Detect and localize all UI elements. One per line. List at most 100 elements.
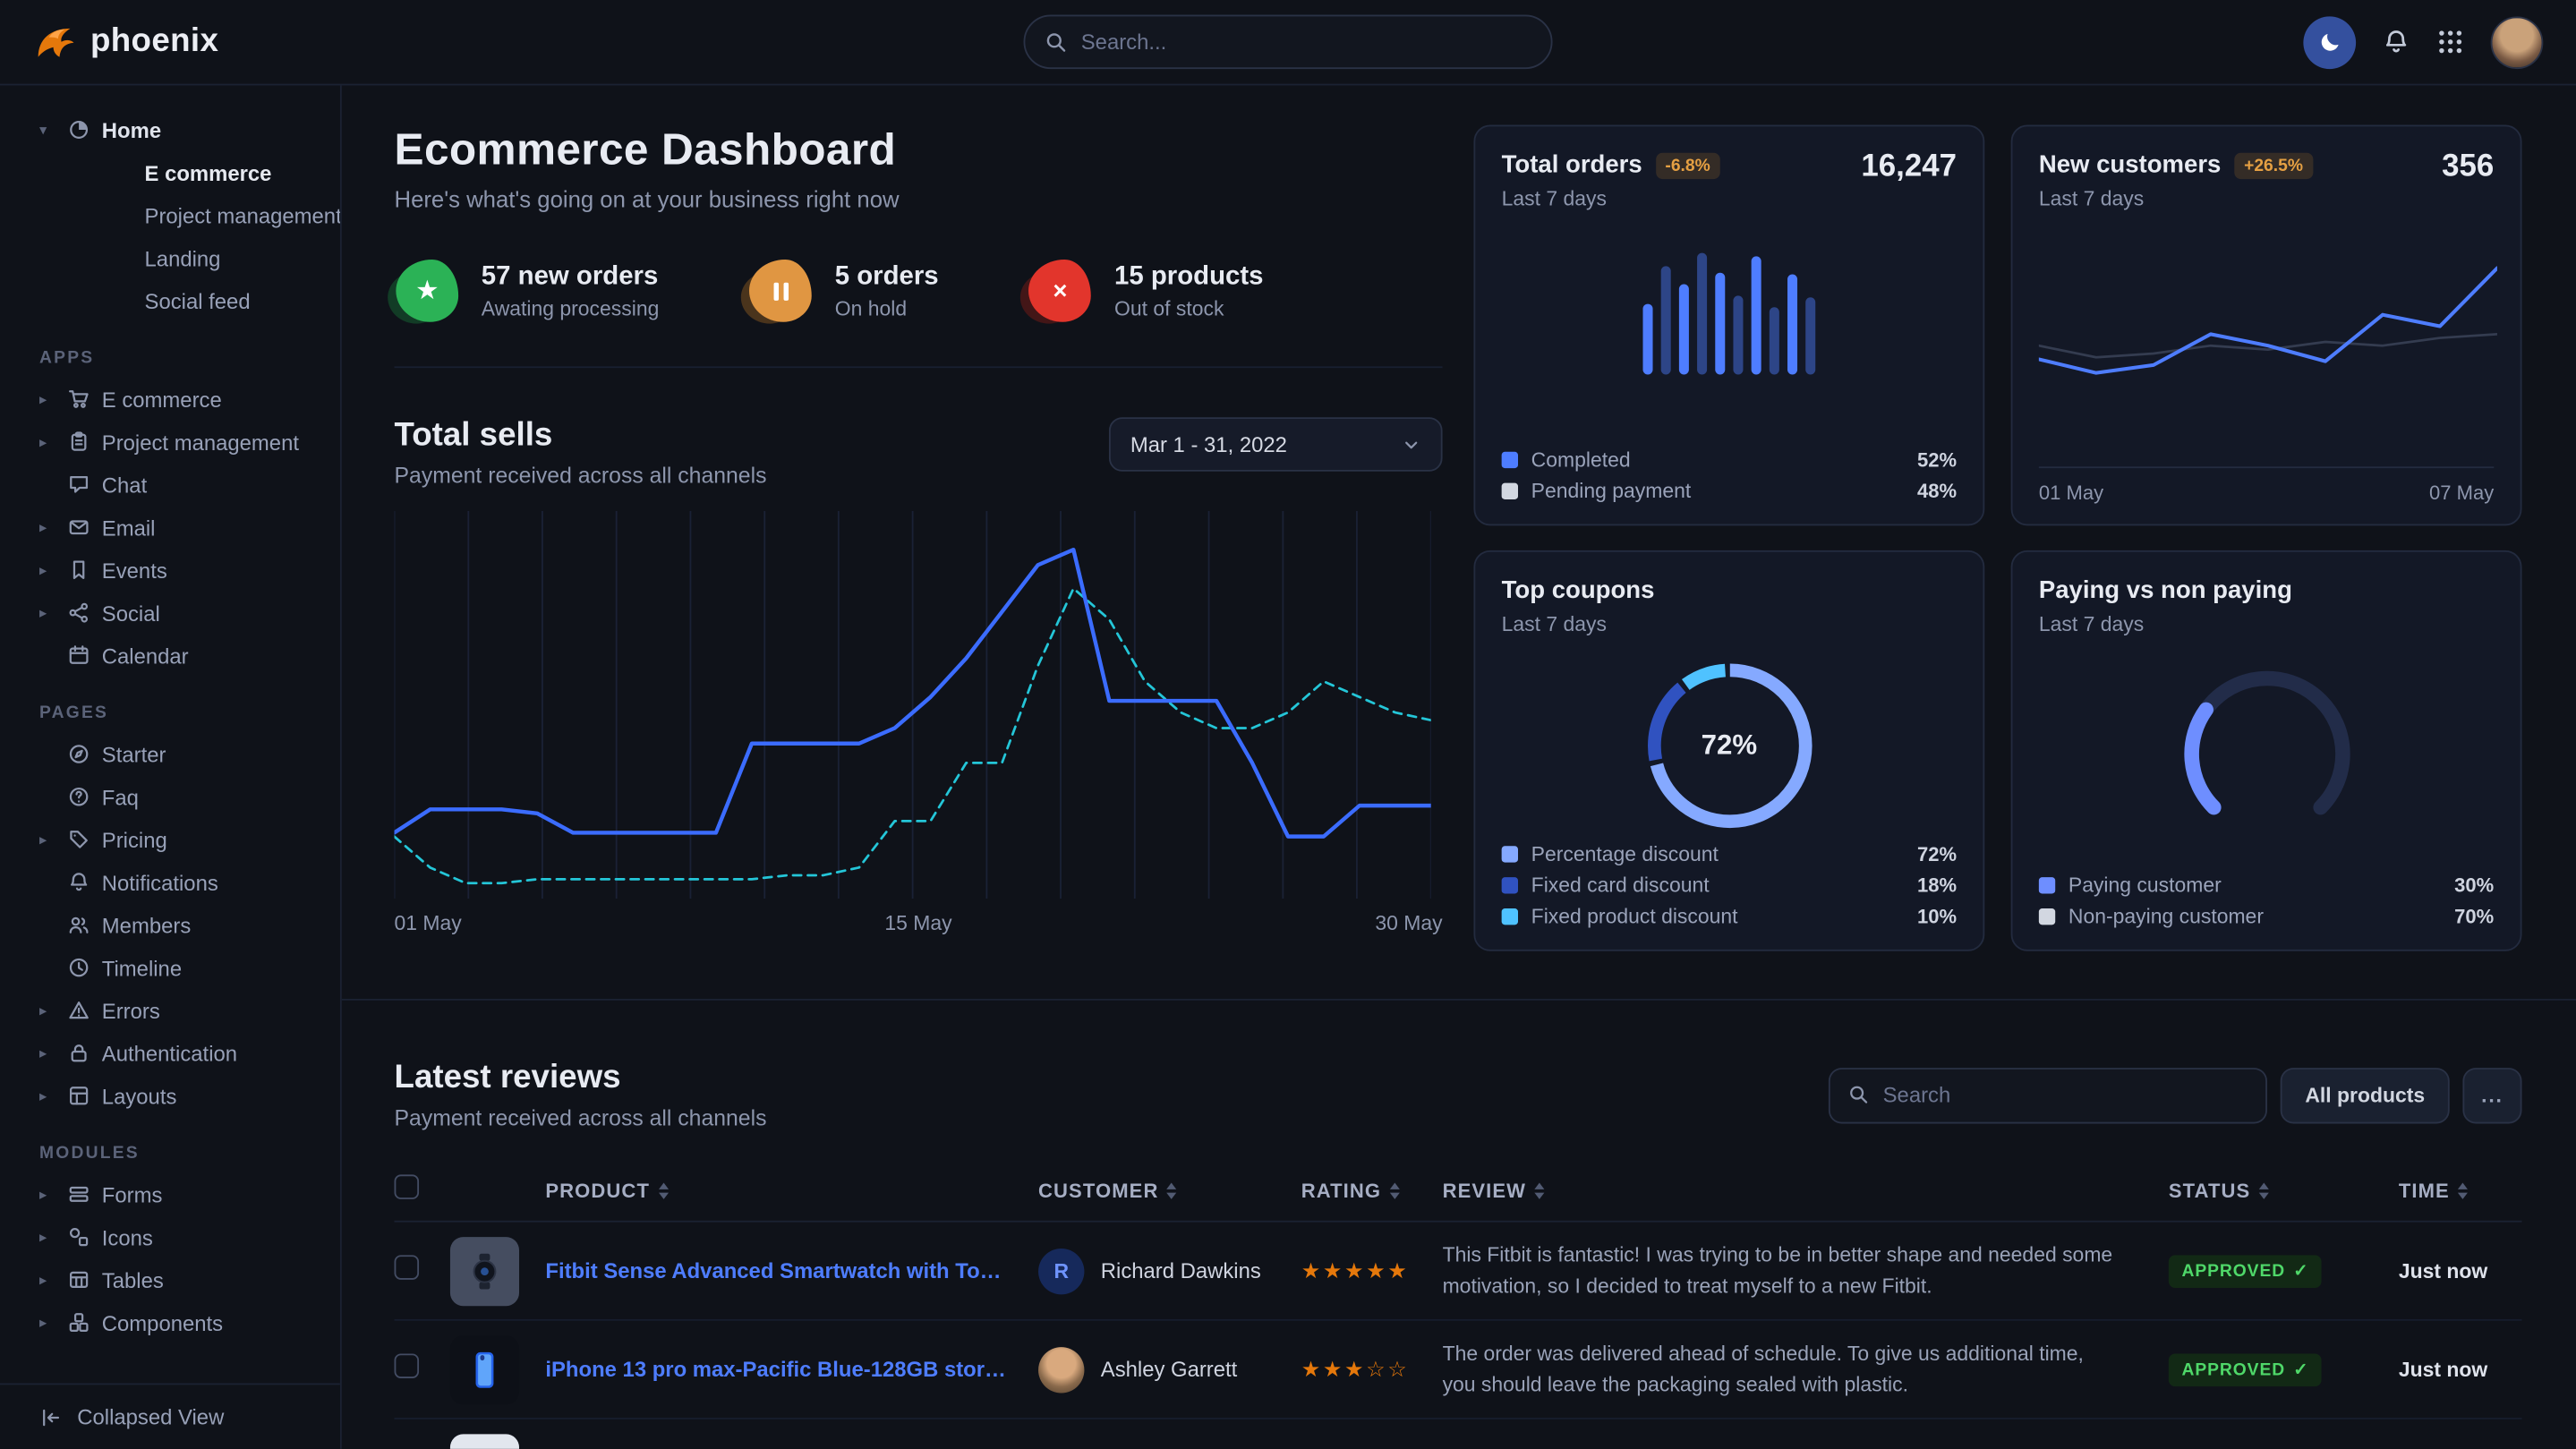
product-image-iphone xyxy=(450,1334,519,1403)
new-customers-card: New customers +26.5% Last 7 days 356 01 … xyxy=(2011,124,2522,525)
sidebar-item-starter[interactable]: Starter xyxy=(0,733,340,776)
global-search-input[interactable] xyxy=(1081,30,1531,55)
sidebar-item-layouts[interactable]: ▸ Layouts xyxy=(0,1074,340,1117)
column-header-customer[interactable]: CUSTOMER xyxy=(1038,1179,1301,1202)
sidebar-item-tables[interactable]: ▸ Tables xyxy=(0,1258,340,1301)
on-hold-icon xyxy=(747,258,813,323)
product-link[interactable]: iPhone 13 pro max-Pacific Blue-128GB sto… xyxy=(545,1357,1009,1382)
users-icon xyxy=(65,914,91,937)
sidebar-item-faq[interactable]: Faq xyxy=(0,775,340,818)
pause-icon xyxy=(773,282,789,300)
sidebar-item-label: Timeline xyxy=(102,955,182,980)
new-customers-value: 356 xyxy=(2442,149,2494,185)
column-header-product[interactable]: PRODUCT xyxy=(545,1179,1038,1202)
sidebar-item-project-management-dashboard[interactable]: Project management xyxy=(0,194,340,237)
select-all-checkbox[interactable] xyxy=(395,1173,420,1198)
reviews-search-input[interactable] xyxy=(1883,1083,2248,1108)
product-link[interactable]: Fitbit Sense Advanced Smartwatch with To… xyxy=(545,1258,1009,1283)
sidebar-item-calendar[interactable]: Calendar xyxy=(0,635,340,678)
column-header-time[interactable]: TIME xyxy=(2399,1179,2522,1202)
review-time: Just now xyxy=(2399,1259,2522,1283)
coupons-legend: Percentage discount 72% Fixed card disco… xyxy=(1502,834,1957,928)
sidebar-item-project-management-app[interactable]: ▸ Project management xyxy=(0,421,340,464)
sidebar-item-components[interactable]: ▸ Components xyxy=(0,1301,340,1344)
legend-value: 30% xyxy=(2454,874,2494,897)
sidebar-item-errors[interactable]: ▸ Errors xyxy=(0,989,340,1032)
sort-icon xyxy=(1167,1182,1177,1198)
page-subtitle: Here's what's going on at your business … xyxy=(395,185,1443,211)
column-header-status[interactable]: STATUS xyxy=(2169,1179,2399,1202)
clipboard-icon xyxy=(65,430,91,454)
stat-out-of-stock: × 15 products Out of stock xyxy=(1028,258,1264,323)
sidebar-item-chat[interactable]: Chat xyxy=(0,464,340,507)
reviews-search[interactable] xyxy=(1829,1067,2267,1122)
column-header-rating[interactable]: RATING xyxy=(1301,1179,1443,1202)
user-avatar[interactable] xyxy=(2491,15,2544,68)
global-search[interactable] xyxy=(1024,15,1553,70)
sidebar-item-notifications[interactable]: Notifications xyxy=(0,861,340,904)
new-customers-chart xyxy=(2039,234,2494,428)
sidebar-item-home[interactable]: ▾ Home xyxy=(0,108,340,151)
compass-icon xyxy=(65,743,91,766)
review-text: This Fitbit is fantastic! I was trying t… xyxy=(1443,1240,2169,1300)
sidebar-item-landing[interactable]: Landing xyxy=(0,236,340,279)
sidebar-item-email[interactable]: ▸ Email xyxy=(0,506,340,549)
kpi-cards: Total orders -6.8% Last 7 days 16,247 Co… xyxy=(1473,124,2521,998)
sidebar-item-ecommerce-app[interactable]: ▸ E commerce xyxy=(0,378,340,421)
card-period: Last 7 days xyxy=(2039,187,2494,210)
sidebar-item-events[interactable]: ▸ Events xyxy=(0,549,340,592)
shapes-icon xyxy=(65,1225,91,1249)
legend-value: 70% xyxy=(2454,905,2494,928)
card-period: Last 7 days xyxy=(1502,613,1957,636)
total-sells-title: Total sells xyxy=(395,417,767,455)
x-tick: 07 May xyxy=(2429,482,2494,505)
main-content: Ecommerce Dashboard Here's what's going … xyxy=(342,85,2576,1448)
more-options-button[interactable]: ... xyxy=(2462,1067,2521,1122)
x-tick: 15 May xyxy=(884,912,951,935)
sidebar-item-pricing[interactable]: ▸ Pricing xyxy=(0,818,340,861)
x-tick: 01 May xyxy=(2039,482,2103,505)
all-products-button[interactable]: All products xyxy=(2281,1067,2450,1122)
phoenix-logo-icon xyxy=(33,21,76,64)
sidebar-item-icons[interactable]: ▸ Icons xyxy=(0,1215,340,1258)
stat-value: 5 orders xyxy=(835,262,939,292)
collapse-sidebar-button[interactable]: Collapsed View xyxy=(0,1383,340,1448)
chevron-right-icon: ▸ xyxy=(39,561,55,579)
sidebar-item-forms[interactable]: ▸ Forms xyxy=(0,1173,340,1216)
sidebar-item-members[interactable]: Members xyxy=(0,904,340,947)
sidebar-item-authentication[interactable]: ▸ Authentication xyxy=(0,1032,340,1075)
notifications-button[interactable] xyxy=(2382,28,2410,55)
page-title: Ecommerce Dashboard xyxy=(395,124,1443,175)
sidebar-item-label: Components xyxy=(102,1310,223,1335)
row-checkbox[interactable] xyxy=(395,1353,420,1378)
legend-swatch xyxy=(1502,908,1518,925)
sidebar-item-label: Calendar xyxy=(102,644,189,669)
sidebar-item-label: Home xyxy=(102,117,161,142)
stat-value: 57 new orders xyxy=(482,262,660,292)
orders-bar-chart xyxy=(1502,246,1957,374)
card-title: Paying vs non paying xyxy=(2039,576,2292,604)
brand-logo[interactable]: phoenix xyxy=(33,21,219,64)
column-header-review[interactable]: REVIEW xyxy=(1443,1179,2169,1202)
sidebar-item-social[interactable]: ▸ Social xyxy=(0,592,340,635)
x-tick: 30 May xyxy=(1375,912,1442,935)
sidebar-item-ecommerce-dashboard[interactable]: E commerce xyxy=(0,151,340,194)
card-title: Top coupons xyxy=(1502,576,1655,604)
search-icon xyxy=(1848,1084,1870,1105)
check-icon: ✓ xyxy=(2293,1261,2308,1281)
status-badge: APPROVED✓ xyxy=(2169,1353,2322,1386)
stat-new-orders: ★ 57 new orders Awating processing xyxy=(395,258,660,323)
sidebar-item-timeline[interactable]: Timeline xyxy=(0,946,340,989)
dark-mode-toggle[interactable] xyxy=(2303,15,2356,68)
lock-icon xyxy=(65,1042,91,1065)
sort-icon xyxy=(2258,1182,2268,1198)
moon-icon xyxy=(2317,30,2342,55)
apps-grid-button[interactable] xyxy=(2436,28,2464,55)
sidebar-item-label: Email xyxy=(102,515,156,540)
legend-label: Completed xyxy=(1531,448,1631,472)
date-range-select[interactable]: Mar 1 - 31, 2022 xyxy=(1109,417,1443,472)
row-checkbox[interactable] xyxy=(395,1254,420,1279)
customer-cell: Ashley Garrett xyxy=(1038,1346,1301,1392)
sidebar-item-social-feed[interactable]: Social feed xyxy=(0,279,340,322)
total-orders-value: 16,247 xyxy=(1861,149,1957,185)
